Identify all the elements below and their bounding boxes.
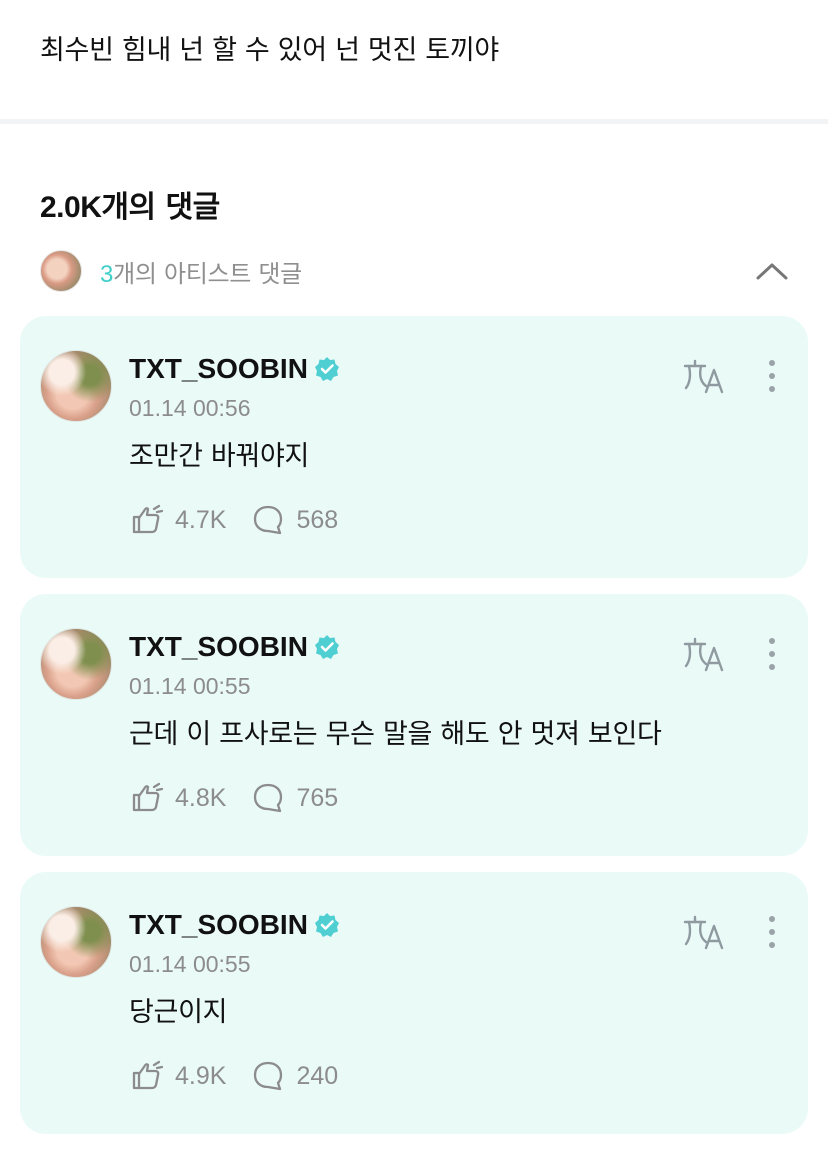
artist-comments-toggle[interactable]: 3개의 아티스트 댓글 (40, 250, 792, 292)
artist-comment-card: TXT_SOOBIN 01.14 00:56 조만간 바꿔야지 4.7K 568 (20, 316, 808, 578)
translate-icon[interactable] (682, 634, 726, 674)
more-vertical-icon[interactable] (758, 914, 786, 950)
comments-count: 2.0K (40, 191, 102, 224)
artist-comments-count: 3 (100, 260, 114, 288)
artist-comment-card: TXT_SOOBIN 01.14 00:55 당근이지 4.9K 240 (20, 872, 808, 1134)
reply-button[interactable]: 568 (250, 502, 338, 538)
comment-actions: 4.7K 568 (129, 502, 362, 538)
artist-mini-avatar (40, 250, 82, 292)
reply-button[interactable]: 765 (250, 780, 338, 816)
reply-count: 765 (296, 783, 339, 812)
comment-bubble-icon (254, 505, 283, 535)
username-text: TXT_SOOBIN (129, 631, 308, 662)
reply-button[interactable]: 240 (250, 1058, 338, 1094)
comment-text: 근데 이 프사로는 무슨 말을 해도 안 멋져 보인다 (129, 719, 662, 750)
like-count: 4.7K (175, 505, 227, 534)
comment-username[interactable]: TXT_SOOBIN (129, 909, 340, 941)
comment-username[interactable]: TXT_SOOBIN (129, 353, 340, 385)
artist-comments-label: 3개의 아티스트 댓글 (100, 254, 302, 289)
comment-timestamp: 01.14 00:55 (129, 673, 251, 699)
comments-count-suffix: 개의 댓글 (101, 190, 220, 225)
like-button[interactable]: 4.9K (129, 1058, 226, 1094)
like-icon (132, 1060, 164, 1090)
reply-count: 240 (296, 1061, 339, 1090)
section-divider (0, 119, 828, 124)
like-count: 4.8K (175, 783, 227, 812)
like-icon (132, 782, 164, 812)
verified-badge-icon (314, 913, 339, 937)
reply-count: 568 (296, 505, 339, 534)
comment-text: 당근이지 (129, 997, 228, 1028)
comment-username[interactable]: TXT_SOOBIN (129, 631, 340, 663)
artist-comments-text: 개의 아티스트 댓글 (113, 259, 302, 288)
avatar[interactable] (40, 350, 112, 422)
chevron-up-icon (756, 263, 788, 280)
more-vertical-icon[interactable] (758, 636, 786, 672)
post-text: 최수빈 힘내 넌 할 수 있어 넌 멋진 토끼야 (40, 35, 499, 66)
username-text: TXT_SOOBIN (129, 353, 308, 384)
comments-count-title: 2.0K개의 댓글 (40, 182, 220, 226)
artist-comment-card: TXT_SOOBIN 01.14 00:55 근데 이 프사로는 무슨 말을 해… (20, 594, 808, 856)
translate-icon[interactable] (682, 356, 726, 396)
avatar[interactable] (40, 906, 112, 978)
comment-text: 조만간 바꿔야지 (129, 441, 310, 472)
like-count: 4.9K (175, 1061, 227, 1090)
avatar[interactable] (40, 628, 112, 700)
comment-actions: 4.9K 240 (129, 1058, 362, 1094)
like-icon (132, 504, 164, 534)
more-vertical-icon[interactable] (758, 358, 786, 394)
comment-bubble-icon (254, 783, 283, 813)
verified-badge-icon (314, 357, 339, 381)
like-button[interactable]: 4.7K (129, 502, 226, 538)
like-button[interactable]: 4.8K (129, 780, 226, 816)
collapse-button[interactable] (752, 251, 792, 291)
comment-bubble-icon (254, 1061, 283, 1091)
translate-icon[interactable] (682, 912, 726, 952)
username-text: TXT_SOOBIN (129, 909, 308, 940)
comment-timestamp: 01.14 00:55 (129, 951, 251, 977)
verified-badge-icon (314, 635, 339, 659)
comment-timestamp: 01.14 00:56 (129, 395, 251, 421)
comment-actions: 4.8K 765 (129, 780, 362, 816)
